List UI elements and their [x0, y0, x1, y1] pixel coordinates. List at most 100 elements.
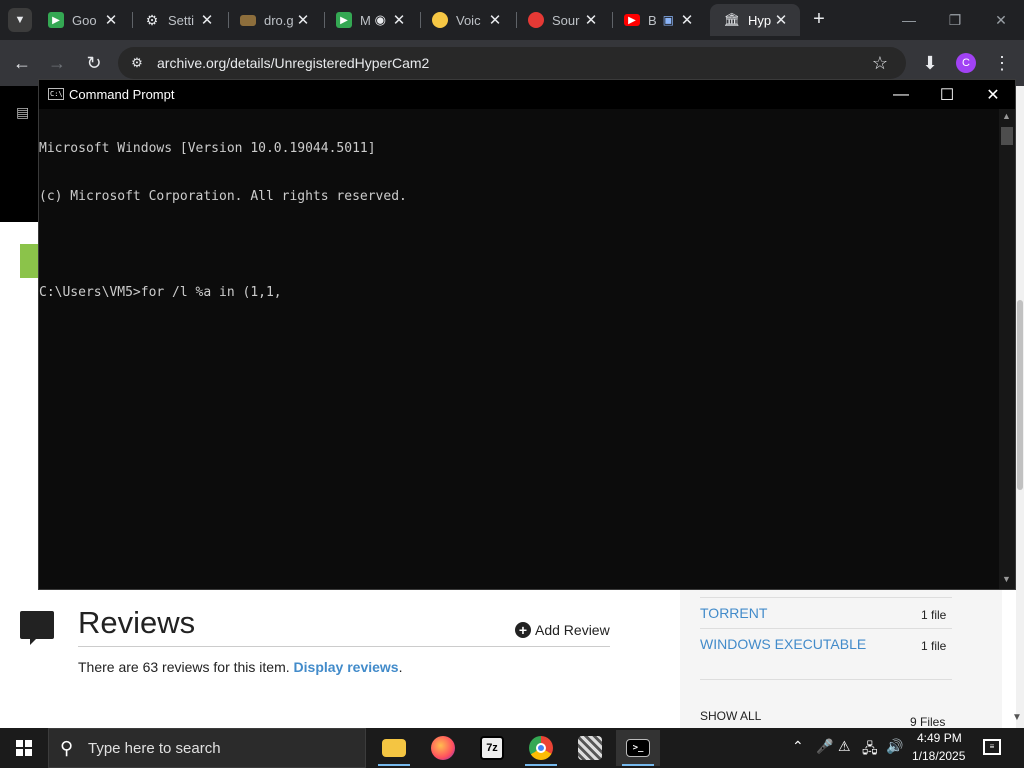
voice-icon	[432, 12, 448, 28]
cmd-title: Command Prompt	[69, 87, 175, 102]
tab-voice[interactable]: Voic ✕	[418, 4, 514, 36]
close-icon[interactable]: ✕	[390, 11, 408, 29]
close-icon[interactable]: ✕	[486, 11, 504, 29]
taskbar-firefox[interactable]	[421, 730, 465, 766]
minimize-icon: —	[902, 12, 916, 28]
close-icon[interactable]: ✕	[678, 11, 696, 29]
taskbar-unknown-app[interactable]	[568, 730, 612, 766]
cmd-console-output[interactable]: Microsoft Windows [Version 10.0.19044.50…	[39, 109, 999, 589]
console-input-line[interactable]: C:\Users\VM5>for /l %a in (1,1,	[39, 285, 999, 301]
taskbar-7zip[interactable]: 7z	[470, 730, 514, 766]
taskbar-search-placeholder[interactable]: Type here to search	[88, 740, 221, 757]
folder-icon	[382, 739, 406, 757]
volume-icon[interactable]: 🔊	[886, 738, 903, 755]
back-button[interactable]: ←	[9, 50, 35, 76]
chevron-up-icon[interactable]: ⌃	[792, 738, 804, 755]
page-scrollbar-thumb[interactable]	[1017, 300, 1023, 490]
tab-title: Sour	[552, 12, 580, 28]
arrow-right-icon: →	[48, 52, 66, 73]
add-review-label: Add Review	[535, 622, 610, 638]
tab-list-button[interactable]: ▼	[8, 8, 32, 32]
clock-time[interactable]: 4:49 PM	[917, 731, 962, 745]
chevron-down-icon: ▼	[14, 14, 26, 26]
close-icon[interactable]: ✕	[582, 11, 600, 29]
tab-meet-recording[interactable]: ▶ M ◉ ✕	[322, 4, 418, 36]
close-icon[interactable]: ✕	[294, 11, 312, 29]
google-meet-icon: ▶	[336, 12, 352, 28]
archive-icon: 🏛	[723, 12, 741, 27]
add-review-button[interactable]: + Add Review	[515, 622, 610, 638]
download-link-torrent[interactable]: TORRENT	[700, 605, 767, 621]
cmd-maximize-button[interactable]: ☐	[924, 80, 970, 109]
url-text[interactable]: archive.org/details/UnregisteredHyperCam…	[157, 55, 429, 71]
clock-date[interactable]: 1/18/2025	[912, 749, 965, 763]
console-line: (c) Microsoft Corporation. All rights re…	[39, 189, 407, 204]
page-scroll-down-icon[interactable]: ▼	[1012, 712, 1022, 723]
browser-restore-button[interactable]: ❐	[932, 0, 978, 40]
cmd-minimize-button[interactable]: —	[878, 80, 924, 109]
taskbar-file-explorer[interactable]	[372, 730, 416, 766]
search-icon: ⚲	[60, 738, 74, 758]
tab-youtube[interactable]: ▶ B ▣ ✕	[610, 4, 706, 36]
youtube-icon: ▶	[624, 14, 640, 26]
command-prompt-window[interactable]: C:\ Command Prompt — ☐ ✕ Microsoft Windo…	[38, 79, 1016, 590]
taskbar-command-prompt[interactable]: >_	[616, 730, 660, 766]
profile-avatar[interactable]: C	[956, 53, 976, 73]
download-count-windows-executable: 1 file	[921, 639, 947, 653]
cmd-scrollbar-thumb[interactable]	[1001, 127, 1013, 145]
close-icon[interactable]: ✕	[102, 11, 120, 29]
restore-icon: ❐	[948, 11, 962, 28]
notification-center-icon[interactable]: ≡	[983, 739, 1001, 755]
reviews-count-label: There are 63 reviews for this item.	[78, 659, 294, 675]
close-icon[interactable]: ✕	[772, 11, 790, 29]
cmd-scrollbar[interactable]	[999, 109, 1015, 589]
command-prompt-icon: >_	[626, 739, 650, 757]
tab-source[interactable]: Sour ✕	[514, 4, 610, 36]
active-indicator	[525, 764, 557, 766]
page-green-logo-fragment	[20, 244, 38, 278]
app-icon	[578, 736, 602, 760]
browser-minimize-button[interactable]: —	[886, 0, 932, 40]
bookmark-star-button[interactable]: ☆	[867, 50, 893, 76]
browser-close-button[interactable]: ✕	[978, 0, 1024, 40]
show-all-link[interactable]: SHOW ALL	[700, 709, 761, 723]
site-info-icon[interactable]: ⚙	[128, 54, 146, 72]
divider	[700, 628, 952, 629]
reviews-speech-bubble-icon	[20, 611, 54, 645]
tab-archive-active[interactable]: 🏛 Hyp ✕	[710, 4, 800, 36]
download-link-windows-executable[interactable]: WINDOWS EXECUTABLE	[700, 636, 866, 652]
reload-button[interactable]: ↻	[81, 50, 107, 76]
scroll-up-icon[interactable]: ▲	[1002, 111, 1011, 121]
arrow-left-icon: ←	[13, 52, 31, 73]
page-nav-icon[interactable]: ▤	[16, 104, 34, 120]
browser-menu-button[interactable]: ⋮	[989, 50, 1015, 76]
new-tab-button[interactable]: +	[808, 8, 830, 30]
security-icon[interactable]: ⚠	[838, 738, 851, 755]
cmd-close-button[interactable]: ✕	[970, 80, 1016, 109]
windows-logo-icon	[16, 740, 32, 756]
downloads-button[interactable]: ⬇	[917, 50, 943, 76]
tab-drive-folder[interactable]: dro.g ✕	[226, 4, 322, 36]
cmd-titlebar[interactable]	[39, 80, 1015, 109]
reload-icon: ↻	[86, 52, 102, 73]
maximize-icon: ☐	[939, 86, 955, 104]
microphone-icon[interactable]: 🎤	[816, 738, 833, 755]
tab-google-meet[interactable]: ▶ Goo ✕	[34, 4, 130, 36]
network-icon[interactable]: 🖧	[862, 738, 878, 762]
close-icon[interactable]: ✕	[198, 11, 216, 29]
gear-icon: ⚙	[145, 11, 159, 28]
chrome-icon	[529, 736, 553, 760]
red-circle-icon	[528, 12, 544, 28]
tab-title: M	[360, 12, 371, 28]
reviews-count-text: There are 63 reviews for this item. Disp…	[78, 659, 402, 675]
forward-button[interactable]: →	[44, 50, 70, 76]
display-reviews-link[interactable]: Display reviews	[294, 659, 399, 675]
start-button[interactable]	[0, 728, 48, 768]
tab-settings[interactable]: ⚙ Setti ✕	[130, 4, 226, 36]
picture-in-picture-icon: ▣	[662, 13, 674, 27]
scroll-down-icon[interactable]: ▼	[1002, 574, 1011, 584]
period: .	[398, 659, 403, 675]
tab-title: B	[648, 12, 657, 28]
taskbar-chrome[interactable]	[519, 730, 563, 766]
console-line: Microsoft Windows [Version 10.0.19044.50…	[39, 141, 376, 156]
